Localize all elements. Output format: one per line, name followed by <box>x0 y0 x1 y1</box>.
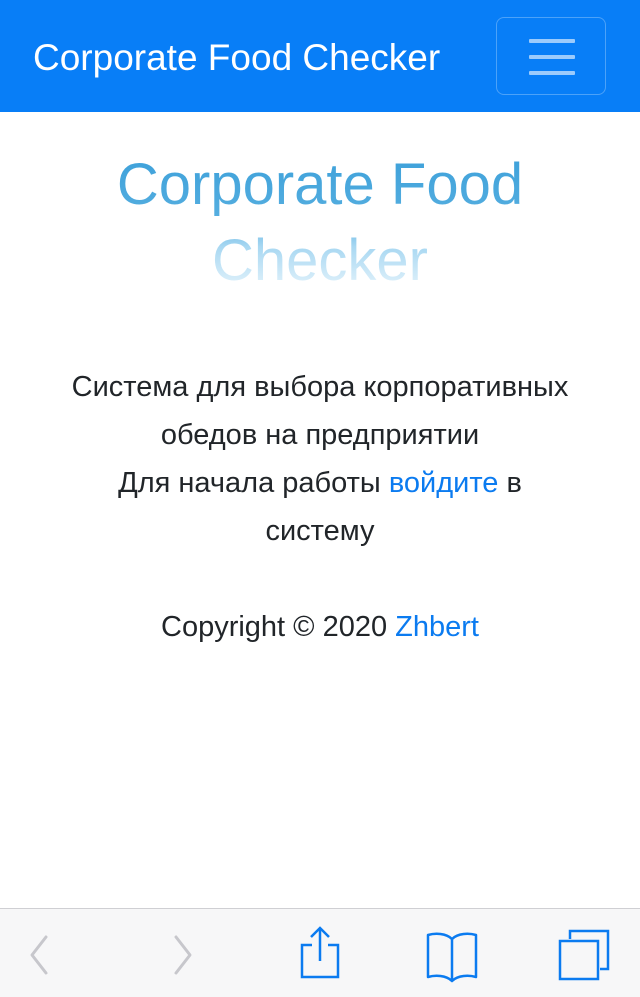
book-icon <box>426 932 478 983</box>
tabs-button[interactable] <box>552 923 616 987</box>
description: Система для выбора корпоративных обедов … <box>20 363 620 555</box>
navbar: Corporate Food Checker <box>0 0 640 112</box>
tabs-icon <box>558 929 610 981</box>
login-link[interactable]: войдите <box>389 467 499 499</box>
share-icon <box>300 926 340 979</box>
description-line-3: Для начала работы войдите в <box>20 459 620 507</box>
chevron-right-icon <box>174 935 192 975</box>
page-title: Corporate Food Checker <box>0 147 640 299</box>
description-line-3-start: Для начала работы <box>118 467 389 499</box>
page: Corporate Food Checker Corporate Food Ch… <box>0 0 640 997</box>
page-title-line-2: Checker <box>212 228 428 293</box>
description-line-2: обедов на предприятии <box>160 419 480 451</box>
bookmarks-button[interactable] <box>420 923 484 987</box>
chevron-left-icon <box>30 935 48 975</box>
description-line-3-end: в <box>498 467 522 499</box>
browser-toolbar <box>0 908 640 997</box>
description-line-1: Система для выбора корпоративных <box>71 371 569 403</box>
page-title-line-1: Corporate Food <box>116 152 524 217</box>
author-link[interactable]: Zhbert <box>395 611 479 643</box>
menu-toggle-button[interactable] <box>496 17 606 95</box>
copyright: Copyright © 2020 Zhbert <box>0 603 640 651</box>
navbar-brand[interactable]: Corporate Food Checker <box>33 34 440 82</box>
forward-button[interactable] <box>150 923 214 987</box>
description-line-4: систему <box>265 515 375 547</box>
back-button[interactable] <box>10 923 74 987</box>
share-button[interactable] <box>288 923 352 987</box>
copyright-text: Copyright © 2020 <box>161 611 396 643</box>
